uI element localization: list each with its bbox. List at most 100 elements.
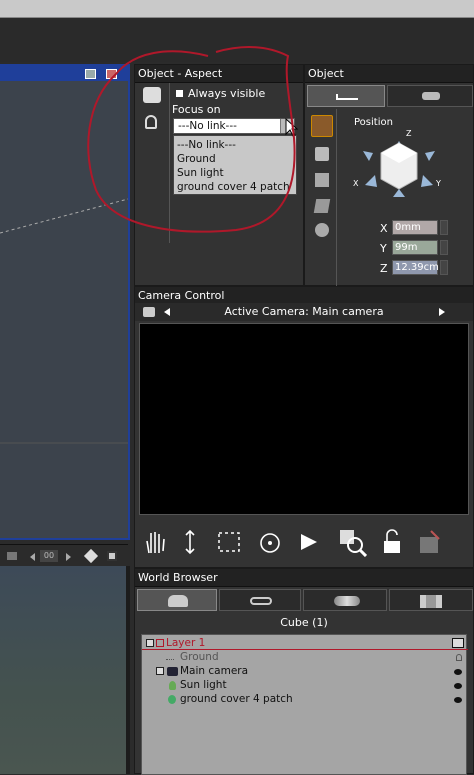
unlock-icon[interactable]: [381, 529, 403, 555]
option-ground-cover[interactable]: ground cover 4 patch: [177, 180, 293, 194]
viewport-settings-icon[interactable]: [85, 69, 96, 79]
gizmo-icon[interactable]: [353, 123, 443, 199]
tree-row-ground[interactable]: Ground: [156, 651, 466, 665]
plant-icon: [168, 695, 176, 704]
main-camera-visibility-icon[interactable]: [454, 669, 462, 675]
world-browser-title: World Browser: [135, 569, 473, 587]
x-field[interactable]: 0mm: [392, 220, 438, 235]
tab-materials[interactable]: [303, 589, 387, 611]
orbit-icon[interactable]: [257, 531, 283, 555]
y-field[interactable]: 99m: [392, 240, 438, 255]
tree-row-ground-cover[interactable]: ground cover 4 patch: [156, 693, 466, 707]
toolbar-area: [0, 18, 474, 62]
layer-icon: [156, 639, 164, 647]
always-visible-checkbox[interactable]: [176, 90, 183, 97]
sun-light-icon: [169, 681, 176, 690]
prev-frame-icon[interactable]: [30, 553, 35, 561]
ground-cover-visibility-icon[interactable]: [454, 697, 462, 703]
camera-toolbar: [135, 519, 473, 567]
object-title: Object: [305, 65, 473, 83]
move-tool-icon[interactable]: [311, 115, 333, 137]
ground-label: Ground: [180, 651, 219, 663]
camera-bar: Active Camera: Main camera: [135, 303, 473, 321]
tab-position[interactable]: [307, 85, 385, 107]
box-tool-icon[interactable]: [313, 199, 331, 213]
sun-light-label: Sun light: [180, 679, 227, 691]
viewport-bottom-toolbar: 00: [0, 544, 128, 566]
materials-icon: [334, 596, 360, 606]
z-field[interactable]: 12.39cm: [392, 260, 439, 275]
tab-links[interactable]: [219, 589, 301, 611]
layer-visibility-icon[interactable]: [452, 638, 464, 648]
render-viewport[interactable]: [0, 566, 126, 774]
camera-icon: [167, 667, 178, 676]
scene-tree[interactable]: Layer 1 Ground Main camera Sun light gro…: [141, 634, 468, 775]
layer-1-label: Layer 1: [166, 637, 206, 649]
camera-control-panel: Camera Control Active Camera: Main camer…: [134, 286, 474, 568]
camera-object-icon[interactable]: [417, 527, 443, 557]
viewport-scrollbar[interactable]: [126, 566, 130, 774]
ruler-icon: [336, 94, 358, 100]
z-spinner[interactable]: [440, 260, 448, 275]
main-camera-label: Main camera: [180, 665, 249, 677]
next-frame-icon[interactable]: [66, 553, 71, 561]
option-ground[interactable]: Ground: [177, 152, 293, 166]
active-camera-label: Active Camera: Main camera: [224, 305, 384, 318]
scale-tool-icon[interactable]: [315, 173, 329, 187]
ground-icon: [166, 654, 174, 660]
bar-chart-icon: [420, 595, 442, 608]
axis-label-z: Z: [406, 129, 412, 138]
rotate-tool-icon[interactable]: [315, 147, 329, 161]
pan-hand-icon[interactable]: [143, 529, 167, 555]
link-icon: [422, 92, 440, 100]
y-field-label: Y: [380, 242, 387, 255]
axis-label-x: X: [353, 179, 359, 188]
tree-row-sun-light[interactable]: Sun light: [156, 679, 466, 693]
expand-icon[interactable]: [156, 667, 164, 675]
grid-icon[interactable]: [7, 552, 17, 560]
z-field-label: Z: [380, 262, 388, 275]
zoom-object-icon[interactable]: [337, 527, 367, 557]
always-visible-label: Always visible: [188, 87, 266, 100]
frame-select-icon[interactable]: [217, 531, 241, 553]
top-bar: [0, 0, 474, 18]
wrench-icon[interactable]: [145, 115, 157, 129]
focus-on-options: ---No link--- Ground Sun light ground co…: [173, 135, 297, 195]
y-spinner[interactable]: [440, 240, 448, 255]
tree-row-layer-1[interactable]: Layer 1: [146, 637, 466, 651]
collapse-icon[interactable]: [146, 639, 154, 647]
tree-row-main-camera[interactable]: Main camera: [156, 665, 466, 679]
dolly-icon[interactable]: [183, 529, 197, 555]
panel-divider: [169, 83, 170, 243]
sun-light-visibility-icon[interactable]: [454, 683, 462, 689]
eraser-icon[interactable]: [83, 548, 99, 564]
selection-count: Cube (1): [280, 616, 328, 629]
tab-statistics[interactable]: [389, 589, 473, 611]
links-icon: [250, 597, 272, 605]
ground-line: [0, 198, 128, 444]
tab-relations[interactable]: [387, 85, 473, 107]
option-no-link[interactable]: ---No link---: [177, 138, 293, 152]
object-panel: Object Position Z X Y X 0mm Y 99m Z 12.3…: [304, 64, 474, 287]
focus-on-label: Focus on: [172, 103, 221, 116]
save-icon[interactable]: [107, 551, 117, 561]
camera-preview[interactable]: [139, 323, 469, 515]
viewport-close-icon[interactable]: [106, 69, 117, 79]
option-sun-light[interactable]: Sun light: [177, 166, 293, 180]
next-camera-icon[interactable]: [439, 308, 445, 316]
viewport-3d[interactable]: [0, 64, 130, 540]
object-aspect-panel: Object - Aspect Always visible Focus on …: [134, 64, 304, 286]
gear-tool-icon[interactable]: [315, 223, 329, 237]
frame-field[interactable]: 00: [40, 550, 58, 562]
ground-cover-label: ground cover 4 patch: [180, 693, 293, 705]
object-aspect-title: Object - Aspect: [135, 65, 303, 83]
focus-on-dropdown[interactable]: ---No link---: [173, 118, 295, 134]
camera-link-icon[interactable]: [143, 87, 161, 103]
tab-objects[interactable]: [137, 589, 217, 611]
x-field-label: X: [380, 222, 388, 235]
ground-lock-icon[interactable]: [456, 654, 462, 661]
world-browser-panel: World Browser Cube (1) Layer 1 Ground Ma…: [134, 568, 474, 775]
mouse-cursor-icon: [285, 118, 299, 137]
x-spinner[interactable]: [440, 220, 448, 235]
play-icon[interactable]: [297, 531, 321, 553]
